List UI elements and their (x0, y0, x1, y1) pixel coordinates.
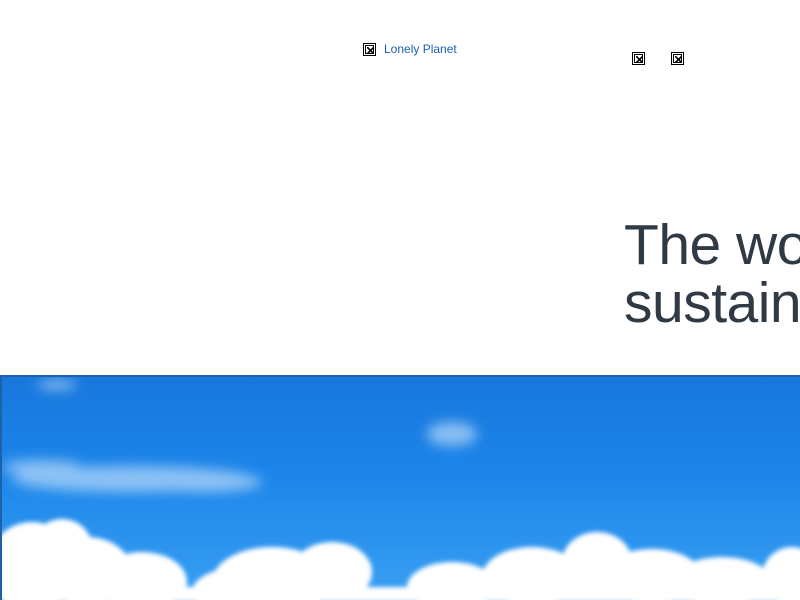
logo-link[interactable]: Lonely Planet (363, 43, 457, 56)
broken-image-icon (363, 43, 376, 56)
logo-label[interactable]: Lonely Planet (384, 43, 457, 56)
headline-line-2: sustain (624, 271, 800, 335)
page: Lonely Planet The wo sustain (0, 0, 800, 600)
hero-headline: The wo sustain (624, 216, 800, 332)
hero-sky-image (0, 375, 800, 600)
headline-line-1: The wo (624, 213, 800, 277)
clouds-illustration (2, 380, 800, 600)
broken-image-icon[interactable] (632, 52, 645, 65)
broken-image-icon[interactable] (671, 52, 684, 65)
